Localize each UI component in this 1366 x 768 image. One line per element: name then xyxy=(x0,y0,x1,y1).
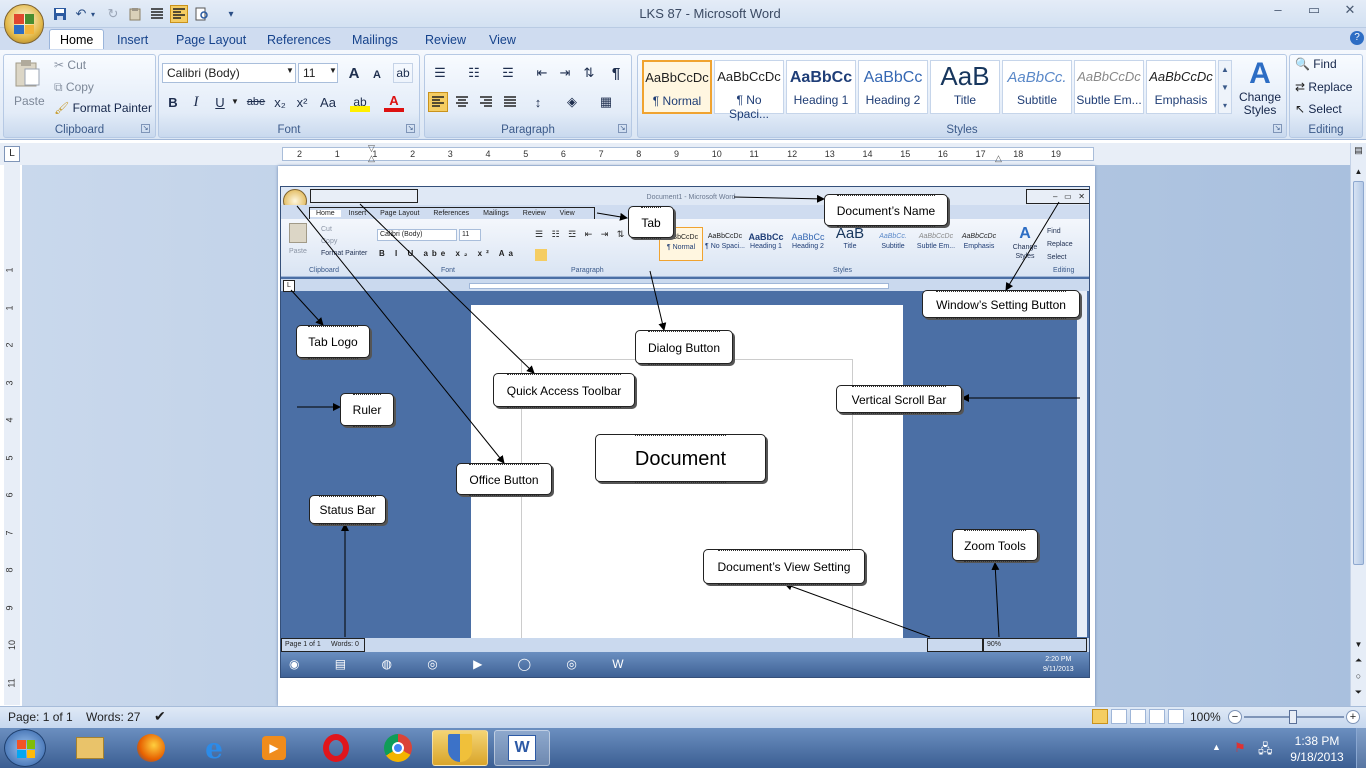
callout-tab-logo: Tab Logo xyxy=(296,325,370,359)
callout-office-button: Office Button xyxy=(456,463,552,496)
annotation-arrows xyxy=(290,194,1080,638)
callout-documents-name: Document’s Name xyxy=(824,194,948,227)
callout-window-setting: Window’s Setting Button xyxy=(922,290,1080,319)
callout-status-bar: Status Bar xyxy=(309,495,386,525)
callout-zoom-tools: Zoom Tools xyxy=(952,529,1038,562)
callout-ruler: Ruler xyxy=(340,393,394,427)
office-logo-icon xyxy=(14,14,34,34)
callout-vertical-scroll-bar: Vertical Scroll Bar xyxy=(836,385,962,414)
callout-document: Document xyxy=(595,434,766,483)
office-button[interactable] xyxy=(4,4,44,44)
callout-quick-access-toolbar: Quick Access Toolbar xyxy=(493,373,635,408)
callout-document-view-setting: Document’s View Setting xyxy=(703,549,865,585)
callout-dialog-button: Dialog Button xyxy=(635,330,733,365)
callout-tab: Tab xyxy=(628,206,674,239)
